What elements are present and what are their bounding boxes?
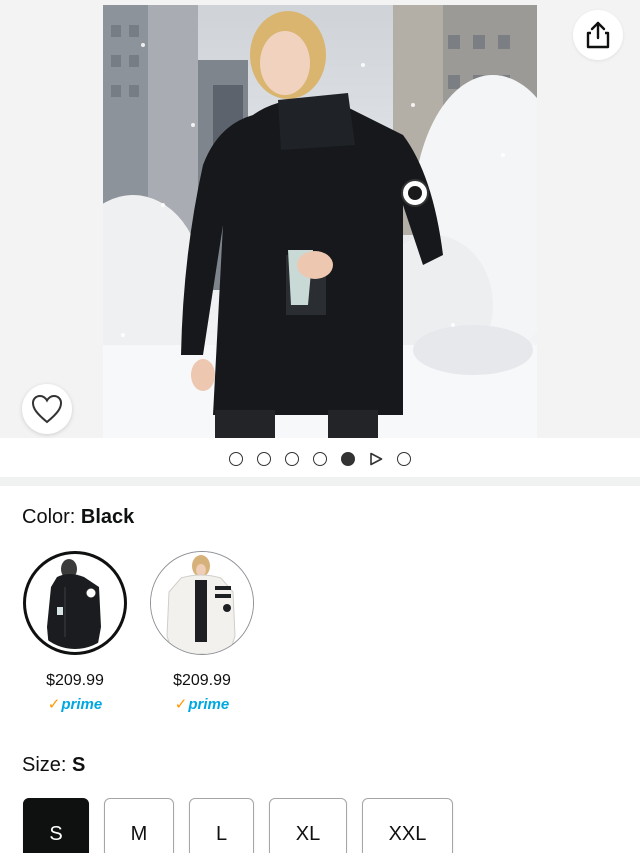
prime-badge: ✓prime	[23, 695, 127, 713]
carousel-dot[interactable]	[285, 452, 299, 466]
selected-size-value: S	[72, 754, 86, 776]
selected-color-value: Black	[80, 506, 135, 528]
carousel-dot[interactable]	[257, 452, 271, 466]
carousel-dot[interactable]	[341, 452, 355, 466]
play-icon	[370, 452, 383, 466]
color-swatch-black[interactable]	[23, 551, 127, 655]
heart-outline-icon	[31, 394, 63, 424]
size-option-m[interactable]: M	[104, 798, 174, 853]
carousel-dot[interactable]	[313, 452, 327, 466]
color-swatch-white[interactable]	[150, 551, 254, 655]
prime-check-icon: ✓	[47, 696, 61, 713]
carousel-dot[interactable]	[397, 452, 411, 466]
product-photo-illustration	[103, 5, 537, 438]
size-option-xl[interactable]: XL	[269, 798, 347, 853]
color-option-price: $209.99	[46, 672, 104, 689]
prime-text: prime	[188, 696, 230, 713]
share-button[interactable]	[573, 10, 623, 60]
carousel-dot[interactable]	[229, 452, 243, 466]
size-option-xxl[interactable]: XXL	[362, 798, 453, 853]
size-label-prefix: Size:	[22, 754, 73, 776]
size-option-s[interactable]: S	[23, 798, 89, 853]
wishlist-button[interactable]	[22, 384, 72, 434]
share-icon	[586, 21, 610, 49]
section-divider	[0, 477, 640, 486]
black-jacket-thumbnail	[29, 557, 121, 649]
size-label: Size: S	[22, 754, 85, 777]
carousel-video-indicator[interactable]	[369, 452, 383, 466]
color-label: Color: Black	[22, 506, 134, 529]
color-option-price: $209.99	[173, 672, 231, 689]
prime-badge: ✓prime	[150, 695, 254, 713]
product-image-gallery[interactable]	[0, 0, 640, 438]
color-label-prefix: Color:	[22, 506, 81, 528]
image-carousel-indicator[interactable]	[0, 448, 640, 470]
product-photo[interactable]	[103, 5, 537, 438]
white-jacket-thumbnail	[151, 552, 253, 654]
prime-text: prime	[61, 696, 103, 713]
size-option-l[interactable]: L	[189, 798, 254, 853]
prime-check-icon: ✓	[174, 696, 188, 713]
